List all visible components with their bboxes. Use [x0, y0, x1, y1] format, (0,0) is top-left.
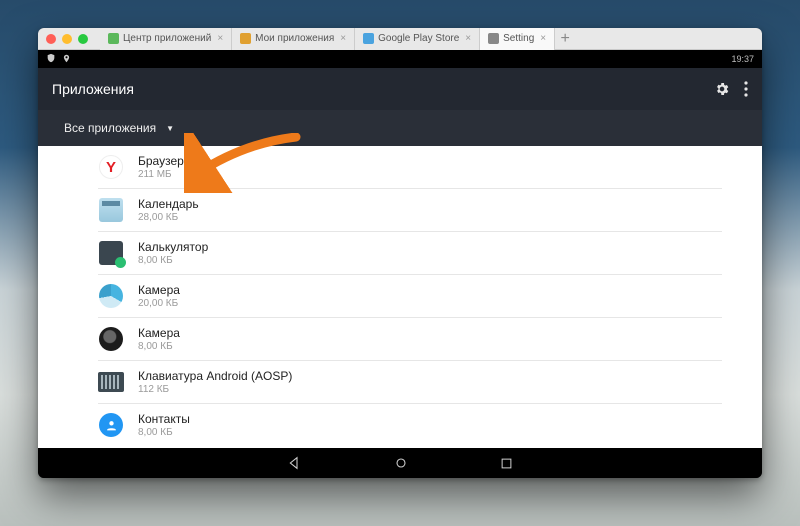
tab-icon — [363, 33, 374, 44]
close-window-button[interactable] — [46, 34, 56, 44]
app-icon — [98, 240, 124, 266]
app-name-label: Клавиатура Android (AOSP) — [138, 369, 292, 384]
app-size-label: 112 КБ — [138, 384, 292, 395]
app-icon — [98, 197, 124, 223]
app-icon — [98, 369, 124, 395]
chevron-down-icon: ▼ — [166, 124, 174, 133]
tab-close-icon[interactable]: × — [540, 33, 546, 44]
tab-label: Google Play Store — [378, 33, 459, 44]
app-size-label: 28,00 КБ — [138, 212, 199, 223]
app-name-label: Камера — [138, 283, 180, 298]
tab-close-icon[interactable]: × — [465, 33, 471, 44]
app-list[interactable]: YБраузер211 МБКалендарь28,00 КБКалькулят… — [38, 146, 762, 448]
tab-2[interactable]: Google Play Store × — [355, 28, 480, 50]
app-size-label: 211 МБ — [138, 169, 184, 180]
tab-label: Мои приложения — [255, 33, 334, 44]
filter-label: Все приложения — [64, 121, 156, 135]
app-row-0[interactable]: Y Браузер211 МБ — [98, 146, 722, 189]
nav-home-button[interactable] — [393, 455, 409, 471]
app-name-label: Калькулятор — [138, 240, 208, 255]
filter-spinner[interactable]: Все приложения ▼ — [38, 110, 762, 146]
tab-icon — [488, 33, 499, 44]
settings-gear-icon[interactable] — [714, 81, 730, 97]
app-name-label: Браузер — [138, 154, 184, 169]
titlebar: Центр приложений×Мои приложения×Google P… — [38, 28, 762, 50]
app-size-label: 8,00 КБ — [138, 427, 190, 438]
nav-back-button[interactable] — [287, 455, 303, 471]
android-status-bar: 19:37 — [38, 50, 762, 68]
app-row-6[interactable]: Контакты8,00 КБ — [98, 404, 722, 446]
overflow-menu-icon[interactable] — [744, 81, 748, 97]
app-size-label: 8,00 КБ — [138, 255, 208, 266]
status-clock: 19:37 — [731, 54, 754, 64]
app-name-label: Камера — [138, 326, 180, 341]
tab-close-icon[interactable]: × — [340, 33, 346, 44]
tab-label: Центр приложений — [123, 33, 211, 44]
new-tab-button[interactable]: + — [555, 30, 575, 48]
app-header: Приложения — [38, 68, 762, 110]
tab-icon — [108, 33, 119, 44]
page-title: Приложения — [52, 81, 134, 97]
zoom-window-button[interactable] — [78, 34, 88, 44]
minimize-window-button[interactable] — [62, 34, 72, 44]
app-size-label: 20,00 КБ — [138, 298, 180, 309]
app-row-3[interactable]: Камера20,00 КБ — [98, 275, 722, 318]
app-row-4[interactable]: Камера8,00 КБ — [98, 318, 722, 361]
window-controls — [46, 34, 88, 44]
tab-close-icon[interactable]: × — [217, 33, 223, 44]
tab-1[interactable]: Мои приложения × — [232, 28, 355, 50]
app-row-1[interactable]: Календарь28,00 КБ — [98, 189, 722, 232]
tab-0[interactable]: Центр приложений × — [100, 28, 232, 50]
emulator-window: Центр приложений×Мои приложения×Google P… — [38, 28, 762, 478]
app-name-label: Календарь — [138, 197, 199, 212]
shield-icon — [46, 53, 56, 65]
nav-recents-button[interactable] — [499, 456, 514, 471]
tab-3[interactable]: Setting × — [480, 28, 555, 50]
location-icon — [62, 54, 71, 65]
app-icon: Y — [98, 154, 124, 180]
app-name-label: Контакты — [138, 412, 190, 427]
tab-strip: Центр приложений×Мои приложения×Google P… — [100, 28, 555, 50]
app-icon — [98, 412, 124, 438]
app-row-5[interactable]: Клавиатура Android (AOSP)112 КБ — [98, 361, 722, 404]
tab-icon — [240, 33, 251, 44]
app-icon — [98, 283, 124, 309]
android-nav-bar — [38, 448, 762, 478]
app-icon — [98, 326, 124, 352]
app-row-2[interactable]: Калькулятор8,00 КБ — [98, 232, 722, 275]
tab-label: Setting — [503, 33, 534, 44]
app-size-label: 8,00 КБ — [138, 341, 180, 352]
